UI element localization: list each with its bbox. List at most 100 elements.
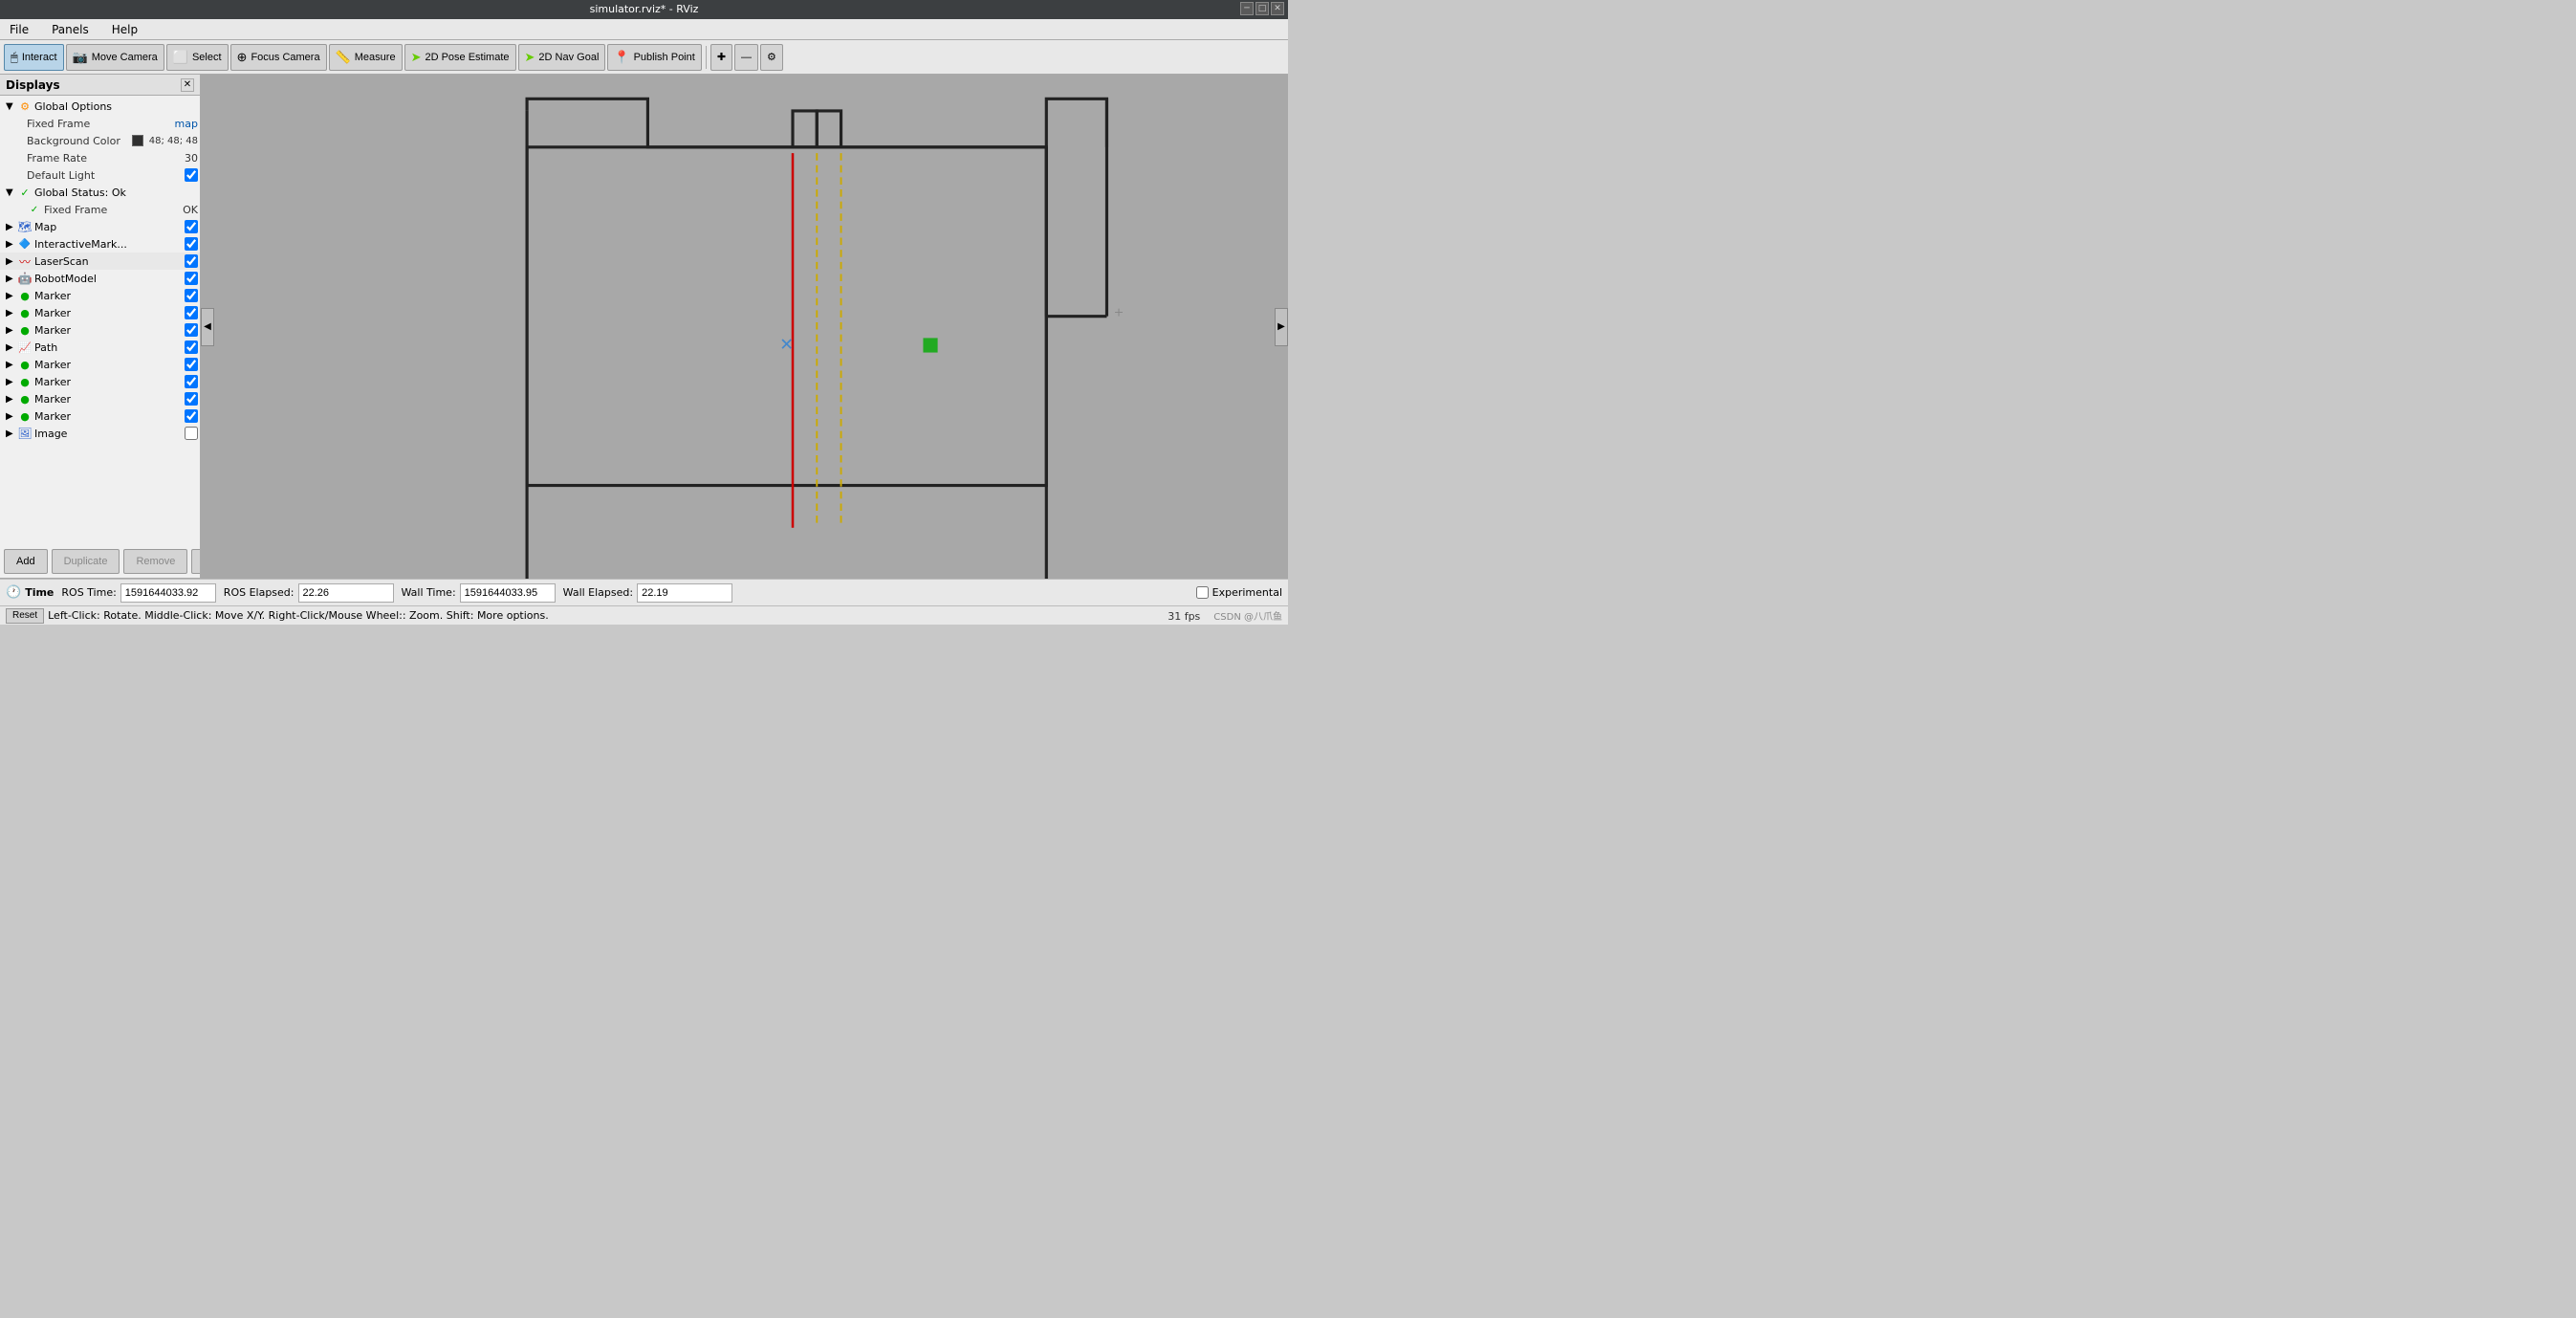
interact-button[interactable]: 🖱 Interact — [4, 44, 64, 71]
global-status-row[interactable]: ▼ ✓ Global Status: Ok — [0, 184, 200, 201]
measure-button[interactable]: 📏 Measure — [329, 44, 403, 71]
wall-time-group: Wall Time: — [402, 583, 556, 603]
path-expander[interactable]: ▶ — [6, 342, 17, 353]
viewport[interactable]: ◀ ▶ — [201, 75, 1288, 579]
menubar: File Panels Help — [0, 19, 1288, 40]
displays-panel-close[interactable]: ✕ — [181, 78, 194, 92]
left-collapse-handle[interactable]: ◀ — [201, 308, 214, 346]
marker-2-row[interactable]: ▶ ● Marker — [0, 304, 200, 321]
robot-model-checkbox[interactable] — [185, 272, 198, 285]
reset-button[interactable]: Reset — [6, 608, 44, 624]
ros-time-input[interactable] — [120, 583, 216, 603]
minus-button[interactable]: — — [734, 44, 758, 71]
map-expander[interactable]: ▶ — [6, 222, 17, 232]
experimental-checkbox[interactable] — [1196, 586, 1209, 599]
status-hint: Left-Click: Rotate. Middle-Click: Move X… — [48, 609, 549, 622]
marker-7-row[interactable]: ▶ ● Marker — [0, 407, 200, 425]
map-checkbox[interactable] — [185, 220, 198, 233]
interactive-mark-icon: 🔷 — [17, 237, 33, 251]
background-color-value: 48; 48; 48 — [149, 136, 198, 146]
marker-3-icon: ● — [17, 323, 33, 337]
marker-3-checkbox[interactable] — [185, 323, 198, 337]
marker-5-row[interactable]: ▶ ● Marker — [0, 373, 200, 390]
menu-help[interactable]: Help — [108, 21, 142, 38]
laser-scan-row[interactable]: ▶ 〰 LaserScan — [0, 253, 200, 270]
marker-3-expander[interactable]: ▶ — [6, 325, 17, 336]
fixed-frame-row: Fixed Frame map — [0, 115, 200, 132]
laser-scan-checkbox[interactable] — [185, 254, 198, 268]
status-bar: Reset Left-Click: Rotate. Middle-Click: … — [0, 605, 1288, 625]
marker-4-row[interactable]: ▶ ● Marker — [0, 356, 200, 373]
image-checkbox[interactable] — [185, 427, 198, 440]
marker-5-expander[interactable]: ▶ — [6, 377, 17, 387]
marker-6-row[interactable]: ▶ ● Marker — [0, 390, 200, 407]
ros-elapsed-group: ROS Elapsed: — [224, 583, 394, 603]
marker-6-expander[interactable]: ▶ — [6, 394, 17, 405]
interactive-mark-expander[interactable]: ▶ — [6, 239, 17, 250]
settings-button[interactable]: ⚙ — [760, 44, 783, 71]
time-title: Time — [25, 586, 54, 599]
marker-2-expander[interactable]: ▶ — [6, 308, 17, 319]
rename-display-button[interactable]: Rename — [191, 549, 201, 574]
marker-1-expander[interactable]: ▶ — [6, 291, 17, 301]
pose-estimate-label: 2D Pose Estimate — [425, 52, 509, 63]
marker-5-checkbox[interactable] — [185, 375, 198, 388]
right-collapse-handle[interactable]: ▶ — [1275, 308, 1288, 346]
map-row[interactable]: ▶ 🗺 Map — [0, 218, 200, 235]
gs-fixed-frame-icon: ✓ — [27, 203, 42, 216]
image-expander[interactable]: ▶ — [6, 428, 17, 439]
fixed-frame-value[interactable]: map — [175, 118, 198, 130]
add-display-button[interactable]: Add — [4, 549, 48, 574]
global-options-row[interactable]: ▼ ⚙ Global Options — [0, 98, 200, 115]
global-status-label: Global Status: Ok — [34, 187, 198, 199]
marker-4-checkbox[interactable] — [185, 358, 198, 371]
close-button[interactable]: ✕ — [1271, 2, 1284, 15]
laser-scan-expander[interactable]: ▶ — [6, 256, 17, 267]
global-options-expander[interactable]: ▼ — [6, 101, 17, 112]
maximize-button[interactable]: □ — [1255, 2, 1269, 15]
global-options-icon: ⚙ — [17, 99, 33, 113]
menu-file[interactable]: File — [6, 21, 33, 38]
add-marker-button[interactable]: ✚ — [710, 44, 732, 71]
select-button[interactable]: ⬜ Select — [166, 44, 229, 71]
marker-3-row[interactable]: ▶ ● Marker — [0, 321, 200, 339]
marker-7-checkbox[interactable] — [185, 409, 198, 423]
image-row[interactable]: ▶ 🖼 Image — [0, 425, 200, 442]
robot-model-expander[interactable]: ▶ — [6, 274, 17, 284]
minimize-button[interactable]: ─ — [1240, 2, 1254, 15]
default-light-checkbox[interactable] — [185, 168, 198, 182]
remove-display-button[interactable]: Remove — [123, 549, 187, 574]
focus-camera-button[interactable]: ⊕ Focus Camera — [230, 44, 327, 71]
marker-7-expander[interactable]: ▶ — [6, 411, 17, 422]
frame-rate-value[interactable]: 30 — [185, 152, 198, 165]
marker-1-row[interactable]: ▶ ● Marker — [0, 287, 200, 304]
interactive-mark-checkbox[interactable] — [185, 237, 198, 251]
ros-elapsed-input[interactable] — [298, 583, 394, 603]
default-light-row: Default Light — [0, 166, 200, 184]
fixed-frame-label: Fixed Frame — [27, 118, 146, 130]
map-label: Map — [34, 221, 183, 233]
marker-6-checkbox[interactable] — [185, 392, 198, 406]
wall-time-input[interactable] — [460, 583, 556, 603]
interactive-mark-row[interactable]: ▶ 🔷 InteractiveMark... — [0, 235, 200, 253]
move-camera-button[interactable]: 📷 Move Camera — [66, 44, 164, 71]
focus-camera-label: Focus Camera — [251, 52, 319, 63]
path-row[interactable]: ▶ 📈 Path — [0, 339, 200, 356]
wall-elapsed-input[interactable] — [637, 583, 732, 603]
pose-estimate-button[interactable]: ➤ 2D Pose Estimate — [404, 44, 516, 71]
path-checkbox[interactable] — [185, 340, 198, 354]
displays-panel: Displays ✕ ▼ ⚙ Global Options Fixed Fram… — [0, 75, 201, 579]
nav-goal-button[interactable]: ➤ 2D Nav Goal — [518, 44, 606, 71]
marker-2-checkbox[interactable] — [185, 306, 198, 319]
menu-panels[interactable]: Panels — [48, 21, 93, 38]
image-icon: 🖼 — [17, 427, 33, 440]
robot-model-row[interactable]: ▶ 🤖 RobotModel — [0, 270, 200, 287]
svg-text:+: + — [1114, 305, 1124, 319]
duplicate-display-button[interactable]: Duplicate — [52, 549, 120, 574]
global-status-expander[interactable]: ▼ — [6, 187, 17, 198]
laser-scan-icon: 〰 — [17, 254, 33, 268]
background-color-swatch[interactable] — [132, 135, 143, 146]
marker-4-expander[interactable]: ▶ — [6, 360, 17, 370]
marker-1-checkbox[interactable] — [185, 289, 198, 302]
publish-point-button[interactable]: 📍 Publish Point — [607, 44, 701, 71]
